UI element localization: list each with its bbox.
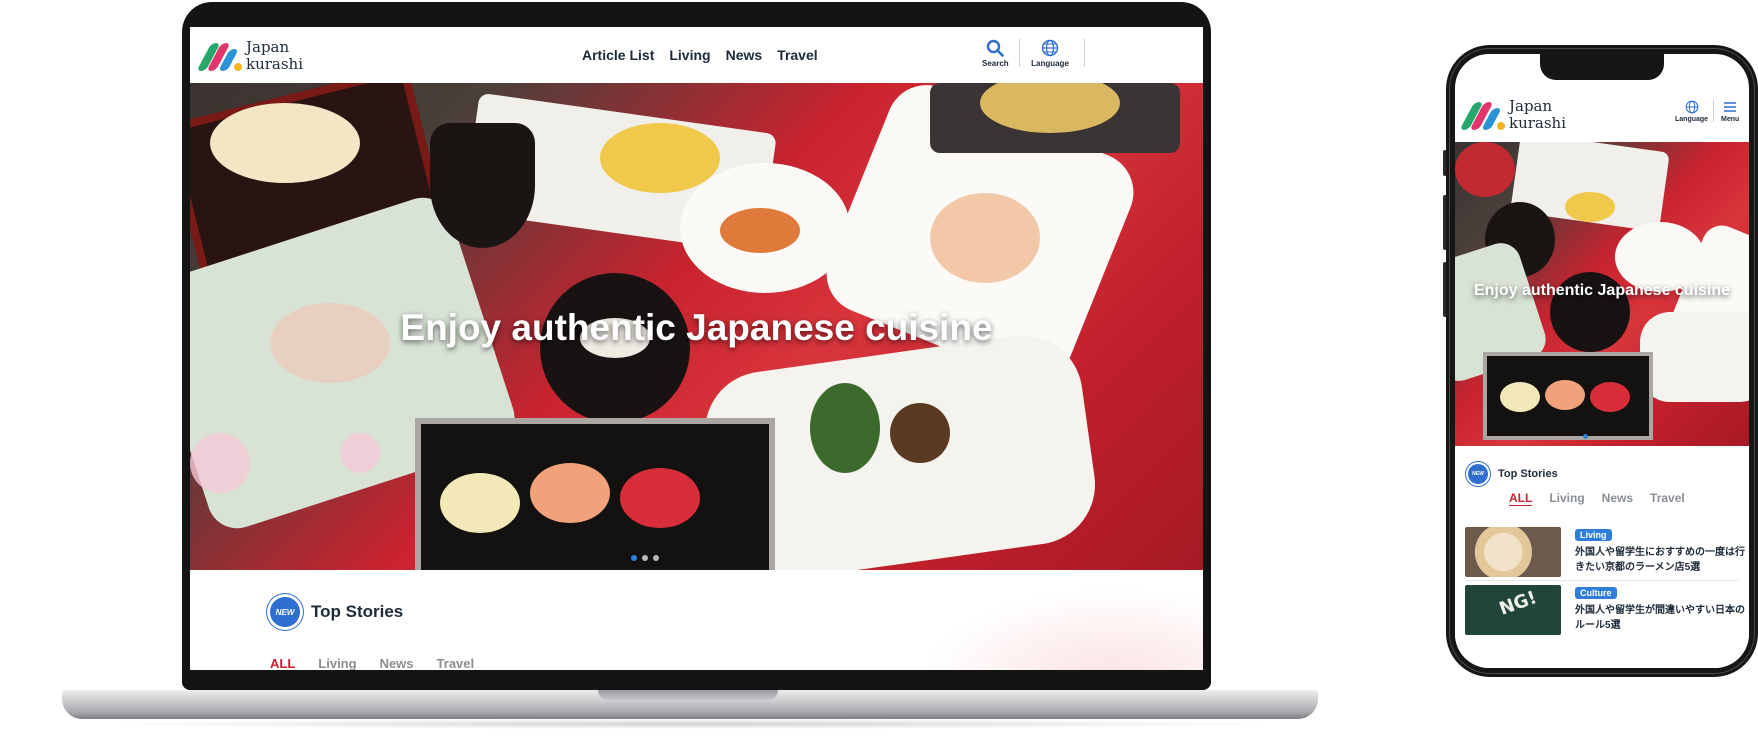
carousel-dot-active[interactable] <box>1583 434 1588 439</box>
search-label: Search <box>982 59 1009 68</box>
desktop-header: Japan kurashi Article List Living News T… <box>190 27 1203 83</box>
language-label: Language <box>1675 116 1709 123</box>
phone-notch <box>1540 54 1664 80</box>
search-icon <box>987 39 1005 57</box>
language-button[interactable]: Language <box>1675 100 1708 123</box>
top-stories-section: NEW Top Stories ALL Living News Travel <box>190 570 1203 670</box>
logo-icon <box>1459 100 1505 130</box>
search-button[interactable]: Search <box>982 39 1009 68</box>
section-title: Top Stories <box>311 602 404 621</box>
main-nav: Article List Living News Travel <box>582 47 818 63</box>
tab-all[interactable]: ALL <box>1509 491 1533 506</box>
thumbnail-text: NG! <box>1496 587 1540 620</box>
hero-title: Enjoy authentic Japanese cuisine <box>400 307 993 348</box>
article-title[interactable]: 外国人や留学生におすすめの一度は行きたい京都のラーメン店5選 <box>1575 545 1745 575</box>
hero-carousel[interactable]: Enjoy authentic Japanese cuisine <box>1455 142 1749 446</box>
header-divider <box>1019 39 1020 67</box>
laptop-notch <box>598 690 778 700</box>
site-logo[interactable]: Japan kurashi <box>1459 98 1566 132</box>
list-divider <box>1465 580 1739 581</box>
header-divider <box>1713 100 1714 122</box>
tab-living[interactable]: Living <box>1549 491 1584 506</box>
article-thumbnail[interactable] <box>1465 527 1561 577</box>
article-card[interactable]: Living 外国人や留学生におすすめの一度は行きたい京都のラーメン店5選 <box>1465 527 1745 581</box>
new-badge-icon: NEW <box>270 597 300 627</box>
site-logo[interactable]: Japan kurashi <box>196 39 303 73</box>
hero-carousel[interactable]: Enjoy authentic Japanese cuisine <box>190 83 1203 570</box>
new-badge-icon: NEW <box>1468 464 1488 484</box>
story-tabs: ALL Living News Travel <box>270 656 474 670</box>
article-title[interactable]: 外国人や留学生が間違いやすい日本のルール5選 <box>1575 603 1745 633</box>
logo-text-line2: kurashi <box>1509 114 1567 132</box>
hero-title: Enjoy authentic Japanese cuisine <box>1473 282 1731 299</box>
logo-text-line1: Japan <box>246 38 290 56</box>
globe-icon <box>1685 100 1698 114</box>
category-tag[interactable]: Living <box>1575 529 1612 541</box>
article-card[interactable]: NG! Culture 外国人や留学生が間違いやすい日本のルール5選 <box>1465 585 1745 639</box>
mobile-screen: Japan kurashi Language Menu Enjoy authen… <box>1455 54 1749 668</box>
logo-icon <box>196 41 242 71</box>
tab-living[interactable]: Living <box>318 656 356 670</box>
desktop-screen: Japan kurashi Article List Living News T… <box>190 27 1203 670</box>
carousel-dots[interactable] <box>1583 434 1588 439</box>
carousel-dot-active[interactable] <box>631 555 637 561</box>
globe-icon <box>1041 39 1059 57</box>
tab-news[interactable]: News <box>1602 491 1633 506</box>
menu-icon <box>1724 102 1737 112</box>
tab-news[interactable]: News <box>380 656 414 670</box>
menu-button[interactable]: Menu <box>1721 100 1739 123</box>
nav-article-list[interactable]: Article List <box>582 47 654 63</box>
carousel-dot[interactable] <box>642 555 648 561</box>
header-divider <box>1084 39 1085 67</box>
nav-news[interactable]: News <box>726 47 763 63</box>
tab-travel[interactable]: Travel <box>1650 491 1685 506</box>
carousel-dot[interactable] <box>653 555 659 561</box>
carousel-dots[interactable] <box>631 555 659 561</box>
laptop-shadow <box>100 719 1280 729</box>
logo-text-line1: Japan <box>1509 97 1553 115</box>
nav-living[interactable]: Living <box>669 47 710 63</box>
top-stories-section: NEW Top Stories ALL Living News Travel L… <box>1455 446 1749 668</box>
article-thumbnail[interactable]: NG! <box>1465 585 1561 635</box>
language-button[interactable]: Language <box>1025 39 1075 68</box>
tab-all[interactable]: ALL <box>270 656 295 670</box>
story-tabs: ALL Living News Travel <box>1509 491 1685 506</box>
logo-text-line2: kurashi <box>246 55 304 73</box>
section-title: Top Stories <box>1498 468 1558 480</box>
mobile-header: Japan kurashi Language Menu <box>1455 86 1749 142</box>
category-tag[interactable]: Culture <box>1575 587 1617 599</box>
menu-label: Menu <box>1721 116 1740 123</box>
tab-travel[interactable]: Travel <box>437 656 475 670</box>
nav-travel[interactable]: Travel <box>777 47 817 63</box>
language-label: Language <box>1031 59 1069 68</box>
